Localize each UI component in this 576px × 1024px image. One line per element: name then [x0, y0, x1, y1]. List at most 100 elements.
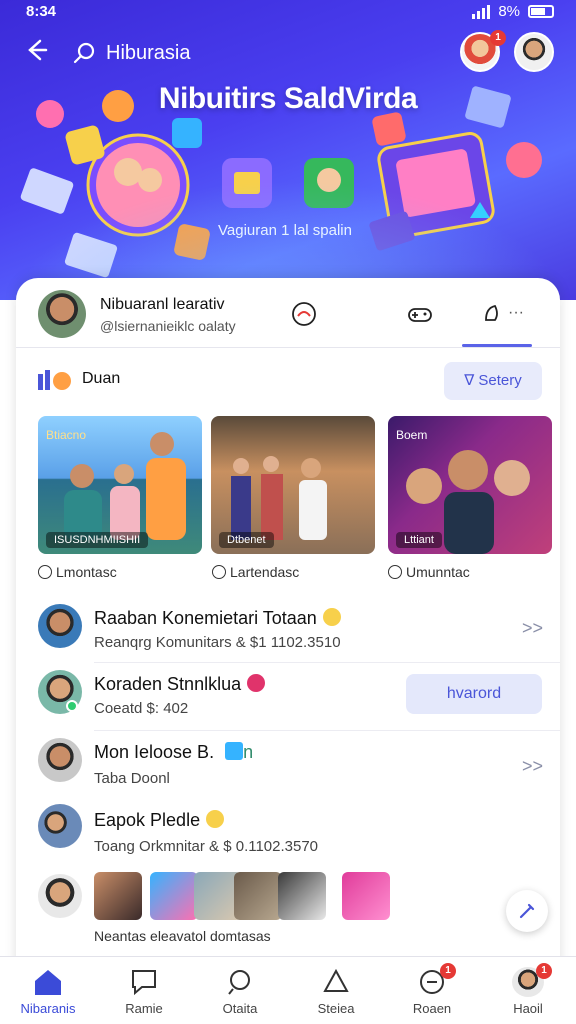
sort-icon: ∇ — [464, 372, 479, 389]
list-item-subtitle: Toang Orkmnitar & $ 0.1102.3570 — [94, 838, 319, 855]
hero-illustration — [20, 86, 542, 278]
search-icon[interactable] — [72, 40, 98, 66]
top-bar: Hiburasia 1 — [0, 30, 576, 78]
list-item[interactable]: Koraden Stnnlklua Coeatd $: 402 hvarord — [16, 668, 560, 728]
list-item-title-suffix: n — [243, 742, 254, 762]
back-arrow-icon[interactable] — [22, 36, 54, 68]
photo-caption: Lartendasc — [212, 564, 299, 580]
bottom-nav: Nibaranis Ramie Otaita Steiea 1 Roaen 1 … — [0, 956, 576, 1024]
strip-caption: Neantas eleavatol domtasas — [94, 928, 271, 944]
list-item-title-text: Koraden Stnnlklua — [94, 674, 242, 694]
avatar — [38, 738, 82, 782]
profile-avatar[interactable] — [38, 290, 86, 338]
thumbnail[interactable] — [94, 872, 142, 920]
notification-badge: 1 — [440, 963, 456, 979]
nav-label: Steiea — [317, 1001, 355, 1016]
list-item[interactable]: Mon Ieloose B. n Taba Doonl >> — [16, 736, 560, 798]
photo-caption: Umunntac — [388, 564, 470, 580]
clock-icon — [212, 565, 226, 579]
profile-handle: @lsiernanieiklc oalaty — [100, 318, 236, 334]
status-time: 8:34 — [26, 3, 57, 20]
photo-overlay: Dtbenet — [219, 532, 274, 548]
list-item-subtitle: Reanqrg Komunitars & $1 1102.3510 — [94, 634, 341, 651]
profile-name: Nibuaranl learativ — [100, 296, 225, 313]
list-item-title-text: Raaban Konemietari Totaan — [94, 608, 317, 628]
divider — [94, 730, 560, 731]
sort-label: Setery — [478, 372, 522, 389]
photo-caption-text: Lartendasc — [230, 564, 300, 580]
photo-card[interactable]: Btiacno ISUSDNHMIISHII — [38, 416, 202, 554]
nav-item-profile[interactable]: 1 Haoil — [480, 957, 576, 1024]
thumbnail[interactable] — [234, 872, 282, 920]
battery-icon — [528, 5, 554, 18]
feed-icon[interactable]: ··· — [482, 300, 532, 328]
avatar[interactable] — [38, 874, 82, 918]
thumbnail[interactable] — [342, 872, 390, 920]
nav-label: Ramie — [125, 1001, 163, 1016]
bar-logo-icon — [38, 368, 74, 392]
photo-card[interactable]: Dtbenet — [211, 416, 375, 554]
music-icon — [225, 742, 244, 760]
sort-button[interactable]: ∇ Setery — [444, 362, 542, 400]
list-item-subtitle: Coeatd $: 402 — [94, 700, 189, 717]
list-item-title: Raaban Konemietari Totaan — [94, 608, 341, 629]
chat-icon — [132, 970, 156, 996]
page-title: Hiburasia — [106, 42, 191, 64]
list-item-title-text: Mon Ieloose B. — [94, 742, 215, 762]
thumbnail[interactable] — [150, 872, 198, 920]
nav-item-chat[interactable]: Ramie — [96, 957, 192, 1024]
medal-icon — [322, 608, 341, 626]
compose-button[interactable] — [506, 890, 548, 932]
nav-label: Roaen — [412, 1001, 452, 1016]
list-item-subtitle: Taba Doonl — [94, 770, 170, 787]
nav-label: Haoil — [513, 1001, 543, 1016]
online-status-dot — [66, 700, 78, 712]
home-icon — [35, 970, 61, 995]
verified-icon — [247, 674, 266, 692]
nav-label: Otaita — [222, 1001, 258, 1016]
list-item-title-text: Eapok Pledle — [94, 810, 201, 830]
chevron-right-icon[interactable]: >> — [522, 618, 543, 639]
pencil-icon — [519, 903, 535, 919]
notification-badge: 1 — [490, 30, 506, 46]
thumbnail[interactable] — [278, 872, 326, 920]
photo-caption: Lmontasc — [38, 564, 117, 580]
status-bar: 8:34 8% — [0, 0, 576, 26]
photo-overlay: Lttiant — [396, 532, 442, 548]
hero-subtitle: Vagiuran 1 lal spalin — [218, 222, 352, 239]
section-title: Duan — [82, 370, 121, 387]
nav-item-messages[interactable]: 1 Roaen — [384, 957, 480, 1024]
chat-icon — [388, 565, 402, 579]
chevron-right-icon[interactable]: >> — [522, 756, 543, 777]
follow-button[interactable]: hvarord — [406, 674, 542, 714]
photo-caption-text: Lmontasc — [56, 564, 117, 580]
list-item[interactable]: Raaban Konemietari Totaan Reanqrg Komuni… — [16, 600, 560, 660]
bookmark-icon — [323, 968, 349, 992]
gamepad-icon[interactable] — [406, 300, 434, 328]
notification-badge: 1 — [536, 963, 552, 979]
active-tab-indicator — [462, 344, 532, 347]
section-header: Duan ∇ Setery — [16, 362, 560, 402]
profile-header: Nibuaranl learativ @lsiernanieiklc oalat… — [16, 278, 560, 348]
battery-percent: 8% — [498, 3, 520, 20]
status-indicators: 8% — [472, 3, 554, 20]
divider — [94, 662, 560, 663]
nav-item-search[interactable]: Otaita — [192, 957, 288, 1024]
nav-item-home[interactable]: Nibaranis — [0, 957, 96, 1024]
activity-icon[interactable] — [290, 300, 318, 328]
list-item[interactable]: Eapok Pledle Toang Orkmnitar & $ 0.1102.… — [16, 804, 560, 864]
medal-icon — [206, 810, 225, 828]
photo-card[interactable]: Boem Lttiant — [388, 416, 552, 554]
list-item-title: Koraden Stnnlklua — [94, 674, 266, 695]
user-avatar[interactable] — [514, 32, 554, 72]
nav-item-bookmark[interactable]: Steiea — [288, 957, 384, 1024]
photo-caption-text: Umunntac — [406, 564, 470, 580]
nav-label: Nibaranis — [20, 1001, 76, 1016]
tab-dots: ··· — [508, 304, 524, 321]
avatar — [38, 804, 82, 848]
list-item-title: Eapok Pledle — [94, 810, 225, 831]
photo-overlay: ISUSDNHMIISHII — [46, 532, 149, 548]
signal-icon — [472, 4, 491, 19]
list-item-title: Mon Ieloose B. n — [94, 742, 253, 763]
chat-icon — [38, 565, 52, 579]
